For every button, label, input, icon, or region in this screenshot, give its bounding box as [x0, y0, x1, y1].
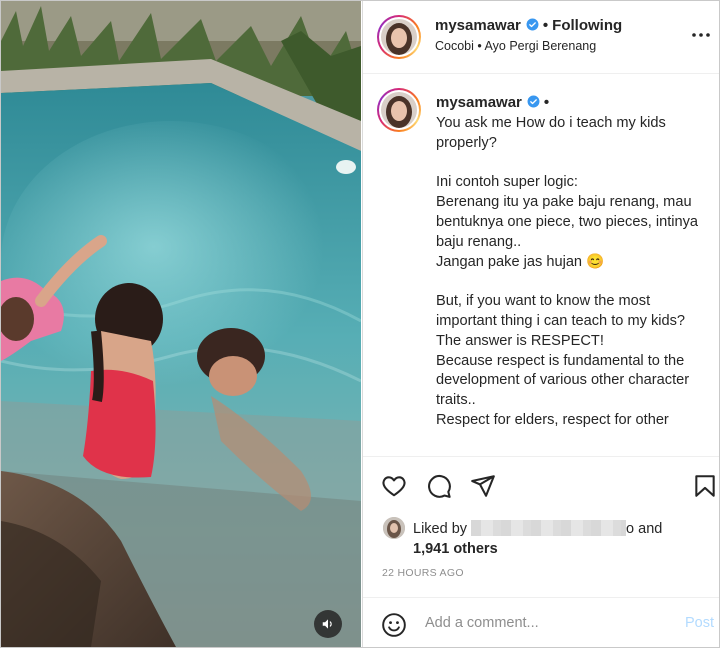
heart-icon[interactable] [381, 473, 407, 499]
caption-text: You ask me How do i teach my kids proper… [436, 115, 699, 428]
emoji-smiley-icon[interactable] [381, 612, 407, 638]
verified-badge-icon [526, 18, 539, 31]
likes-section: Liked by o and 1,941 others [363, 513, 719, 561]
author-username[interactable]: mysamawar [435, 17, 521, 34]
pool-video-frame [1, 1, 361, 647]
speaker-icon [322, 619, 332, 629]
separator-dot: • [542, 17, 549, 34]
more-options-icon[interactable] [689, 23, 713, 47]
comment-input[interactable] [425, 611, 665, 635]
liked-by-label: Liked by [413, 521, 468, 537]
separator-dot: • [543, 94, 550, 111]
liker-photo [383, 517, 405, 539]
caption-section: mysamawar • You ask me How do i teach my … [363, 74, 719, 456]
comment-bubble-icon[interactable] [426, 473, 452, 499]
instagram-post-window: mysamawar • Following Cocobi • Ayo Pergi B… [0, 0, 720, 648]
post-header: mysamawar • Following Cocobi • Ayo Pergi B… [363, 1, 719, 74]
action-bar [363, 456, 719, 517]
caption-avatar[interactable] [377, 88, 421, 132]
post-comment-button[interactable]: Post [685, 615, 714, 631]
likes-text: Liked by o and 1,941 others [413, 519, 662, 559]
author-avatar[interactable] [377, 15, 421, 59]
mute-toggle-button[interactable] [314, 610, 342, 638]
header-username-row: mysamawar • Following [435, 17, 622, 34]
audio-attribution[interactable]: Cocobi • Ayo Pergi Berenang [435, 39, 596, 53]
avatar-photo [381, 19, 417, 55]
bookmark-icon[interactable] [692, 473, 718, 499]
post-details-panel: mysamawar • Following Cocobi • Ayo Pergi B… [362, 1, 719, 647]
verified-badge-icon [527, 95, 540, 108]
liker-avatar[interactable] [383, 517, 405, 539]
post-timestamp[interactable]: 22 HOURS AGO [382, 567, 464, 579]
caption-username[interactable]: mysamawar [436, 94, 522, 111]
redacted-username [471, 520, 627, 536]
paper-plane-icon[interactable] [470, 473, 496, 499]
liked-and-label: o and [626, 521, 663, 537]
post-video[interactable] [1, 1, 361, 647]
comment-bar: Post [363, 597, 719, 647]
avatar-photo [381, 92, 417, 128]
likes-count-link[interactable]: 1,941 others [413, 541, 498, 557]
following-button[interactable]: Following [552, 17, 622, 34]
caption-username-row: mysamawar • [436, 94, 553, 111]
